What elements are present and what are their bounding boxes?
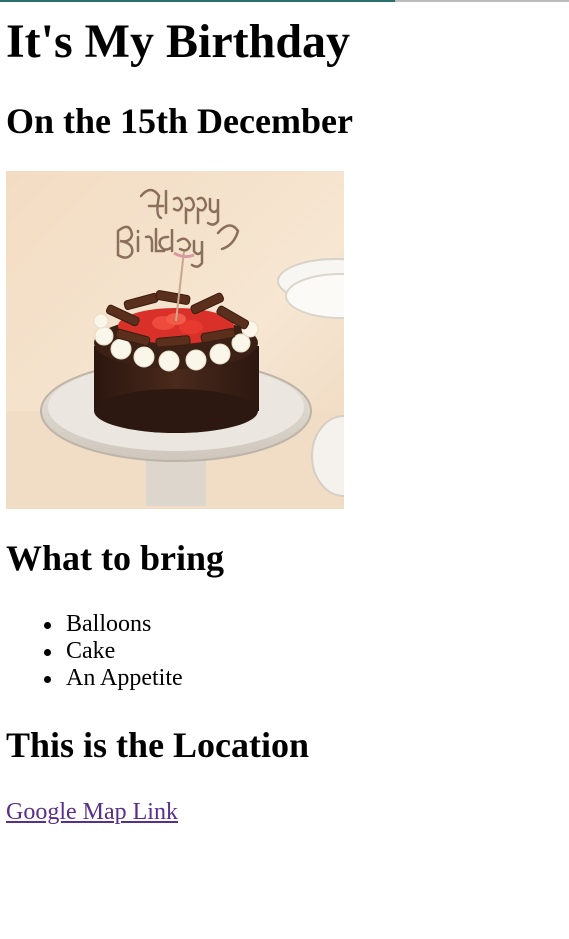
what-to-bring-heading: What to bring bbox=[6, 538, 225, 578]
list-item: Cake bbox=[6, 638, 563, 665]
page-subtitle: On the 15th December bbox=[6, 101, 353, 141]
google-map-link[interactable]: Google Map Link bbox=[6, 797, 178, 827]
bullet-icon bbox=[44, 649, 51, 656]
list-item-label: Balloons bbox=[66, 611, 152, 637]
list-item: Balloons bbox=[6, 611, 563, 638]
page-title: It's My Birthday bbox=[6, 15, 351, 68]
bullet-icon bbox=[44, 622, 51, 629]
list-item-label: Cake bbox=[66, 638, 116, 664]
bullet-icon bbox=[44, 676, 51, 683]
bring-list: Balloons Cake An Appetite bbox=[6, 611, 563, 692]
location-heading: This is the Location bbox=[6, 725, 310, 765]
birthday-cake-image bbox=[6, 171, 344, 509]
list-item: An Appetite bbox=[6, 665, 563, 692]
list-item-label: An Appetite bbox=[66, 665, 183, 691]
page-content: It's My Birthday On the 15th December Wh… bbox=[6, 0, 563, 827]
